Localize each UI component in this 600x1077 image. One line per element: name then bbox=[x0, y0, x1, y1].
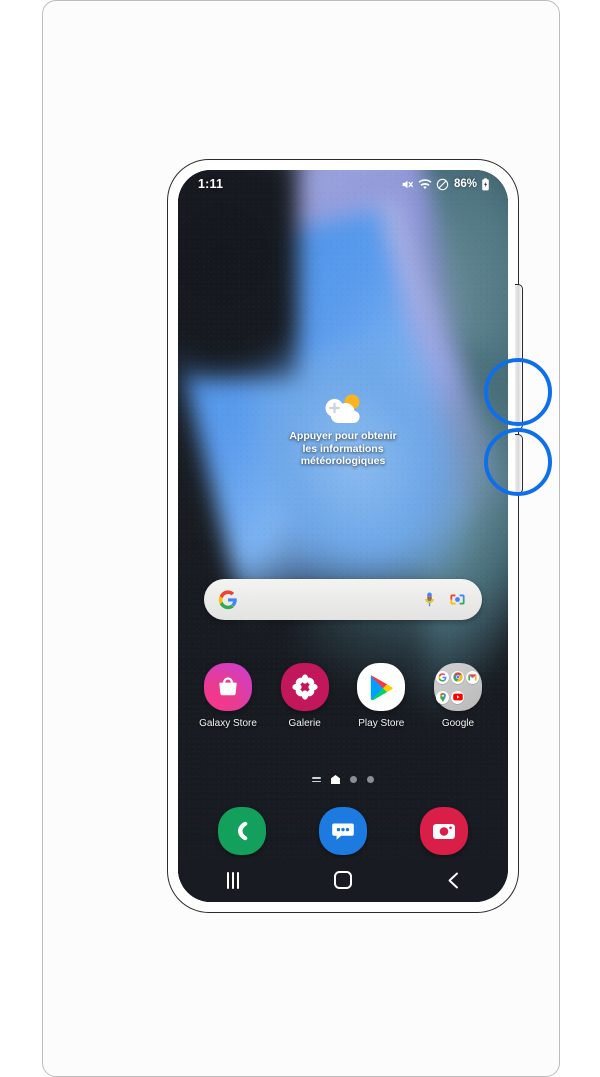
home-square-icon bbox=[334, 871, 352, 889]
google-lens-icon[interactable] bbox=[449, 591, 466, 608]
page-indicator bbox=[178, 775, 508, 784]
status-icons: 86% bbox=[401, 177, 490, 191]
app-grid: Galaxy Store Galerie Play Store Google bbox=[196, 663, 490, 729]
status-bar: 1:11 86% bbox=[178, 170, 508, 198]
app-label: Google bbox=[441, 718, 475, 729]
do-not-disturb-icon bbox=[436, 178, 449, 190]
dock bbox=[218, 807, 468, 855]
home-button[interactable] bbox=[318, 863, 368, 897]
dock-item-camera[interactable] bbox=[420, 807, 468, 855]
shopping-bag-icon[interactable] bbox=[204, 663, 252, 711]
phone-handset-icon bbox=[238, 821, 248, 841]
dock-item-messages[interactable] bbox=[319, 807, 367, 855]
phone-screen[interactable]: 1:11 86% Appuyer pour obtenir les inform… bbox=[178, 170, 508, 902]
app-galaxy-store[interactable]: Galaxy Store bbox=[196, 663, 260, 729]
microphone-icon[interactable] bbox=[422, 591, 437, 609]
navigation-bar bbox=[178, 858, 508, 902]
side-button-power[interactable] bbox=[515, 434, 523, 494]
chrome-mini-icon bbox=[451, 670, 465, 684]
battery-icon bbox=[482, 177, 489, 190]
page-dot[interactable] bbox=[350, 776, 357, 783]
chevron-left-icon bbox=[448, 872, 458, 888]
cloud-plus-sun-icon bbox=[320, 392, 366, 426]
speech-bubble-icon bbox=[332, 823, 354, 840]
phone-device: 1:11 86% Appuyer pour obtenir les inform… bbox=[167, 159, 523, 913]
battery-percent-label: 86% bbox=[453, 178, 477, 190]
app-galerie[interactable]: Galerie bbox=[273, 663, 337, 729]
wallpaper bbox=[178, 170, 508, 902]
youtube-mini-icon bbox=[451, 690, 465, 704]
weather-widget-text: Appuyer pour obtenir les informations mé… bbox=[289, 430, 397, 467]
app-label: Galaxy Store bbox=[199, 718, 257, 729]
wifi-icon bbox=[418, 178, 432, 189]
back-button[interactable] bbox=[428, 863, 478, 897]
app-google-folder[interactable]: Google bbox=[426, 663, 490, 729]
google-search-bar[interactable] bbox=[204, 579, 482, 620]
app-label: Galerie bbox=[288, 718, 321, 729]
instruction-card: 1:11 86% Appuyer pour obtenir les inform… bbox=[42, 0, 560, 1077]
google-search-mini-icon bbox=[436, 670, 450, 684]
gmail-mini-icon bbox=[466, 670, 480, 684]
search-input[interactable] bbox=[238, 579, 422, 620]
side-button-volume[interactable] bbox=[515, 284, 523, 430]
weather-widget[interactable]: Appuyer pour obtenir les informations mé… bbox=[178, 392, 508, 468]
home-page-active-indicator[interactable] bbox=[331, 775, 340, 784]
recents-lines-icon bbox=[227, 871, 239, 889]
folder-icon[interactable] bbox=[433, 663, 482, 711]
recents-button[interactable] bbox=[208, 863, 258, 897]
maps-mini-icon bbox=[436, 690, 450, 704]
google-g-icon bbox=[218, 589, 237, 609]
page-dot[interactable] bbox=[367, 776, 374, 783]
app-play-store[interactable]: Play Store bbox=[349, 663, 413, 729]
flower-icon[interactable] bbox=[280, 663, 329, 711]
mute-icon bbox=[402, 180, 413, 188]
app-label: Play Store bbox=[358, 718, 405, 729]
status-time: 1:11 bbox=[198, 177, 224, 191]
camera-icon bbox=[433, 824, 455, 839]
apps-list-icon[interactable] bbox=[312, 776, 321, 783]
play-triangle-icon[interactable] bbox=[357, 663, 406, 711]
dock-item-phone[interactable] bbox=[218, 807, 266, 855]
